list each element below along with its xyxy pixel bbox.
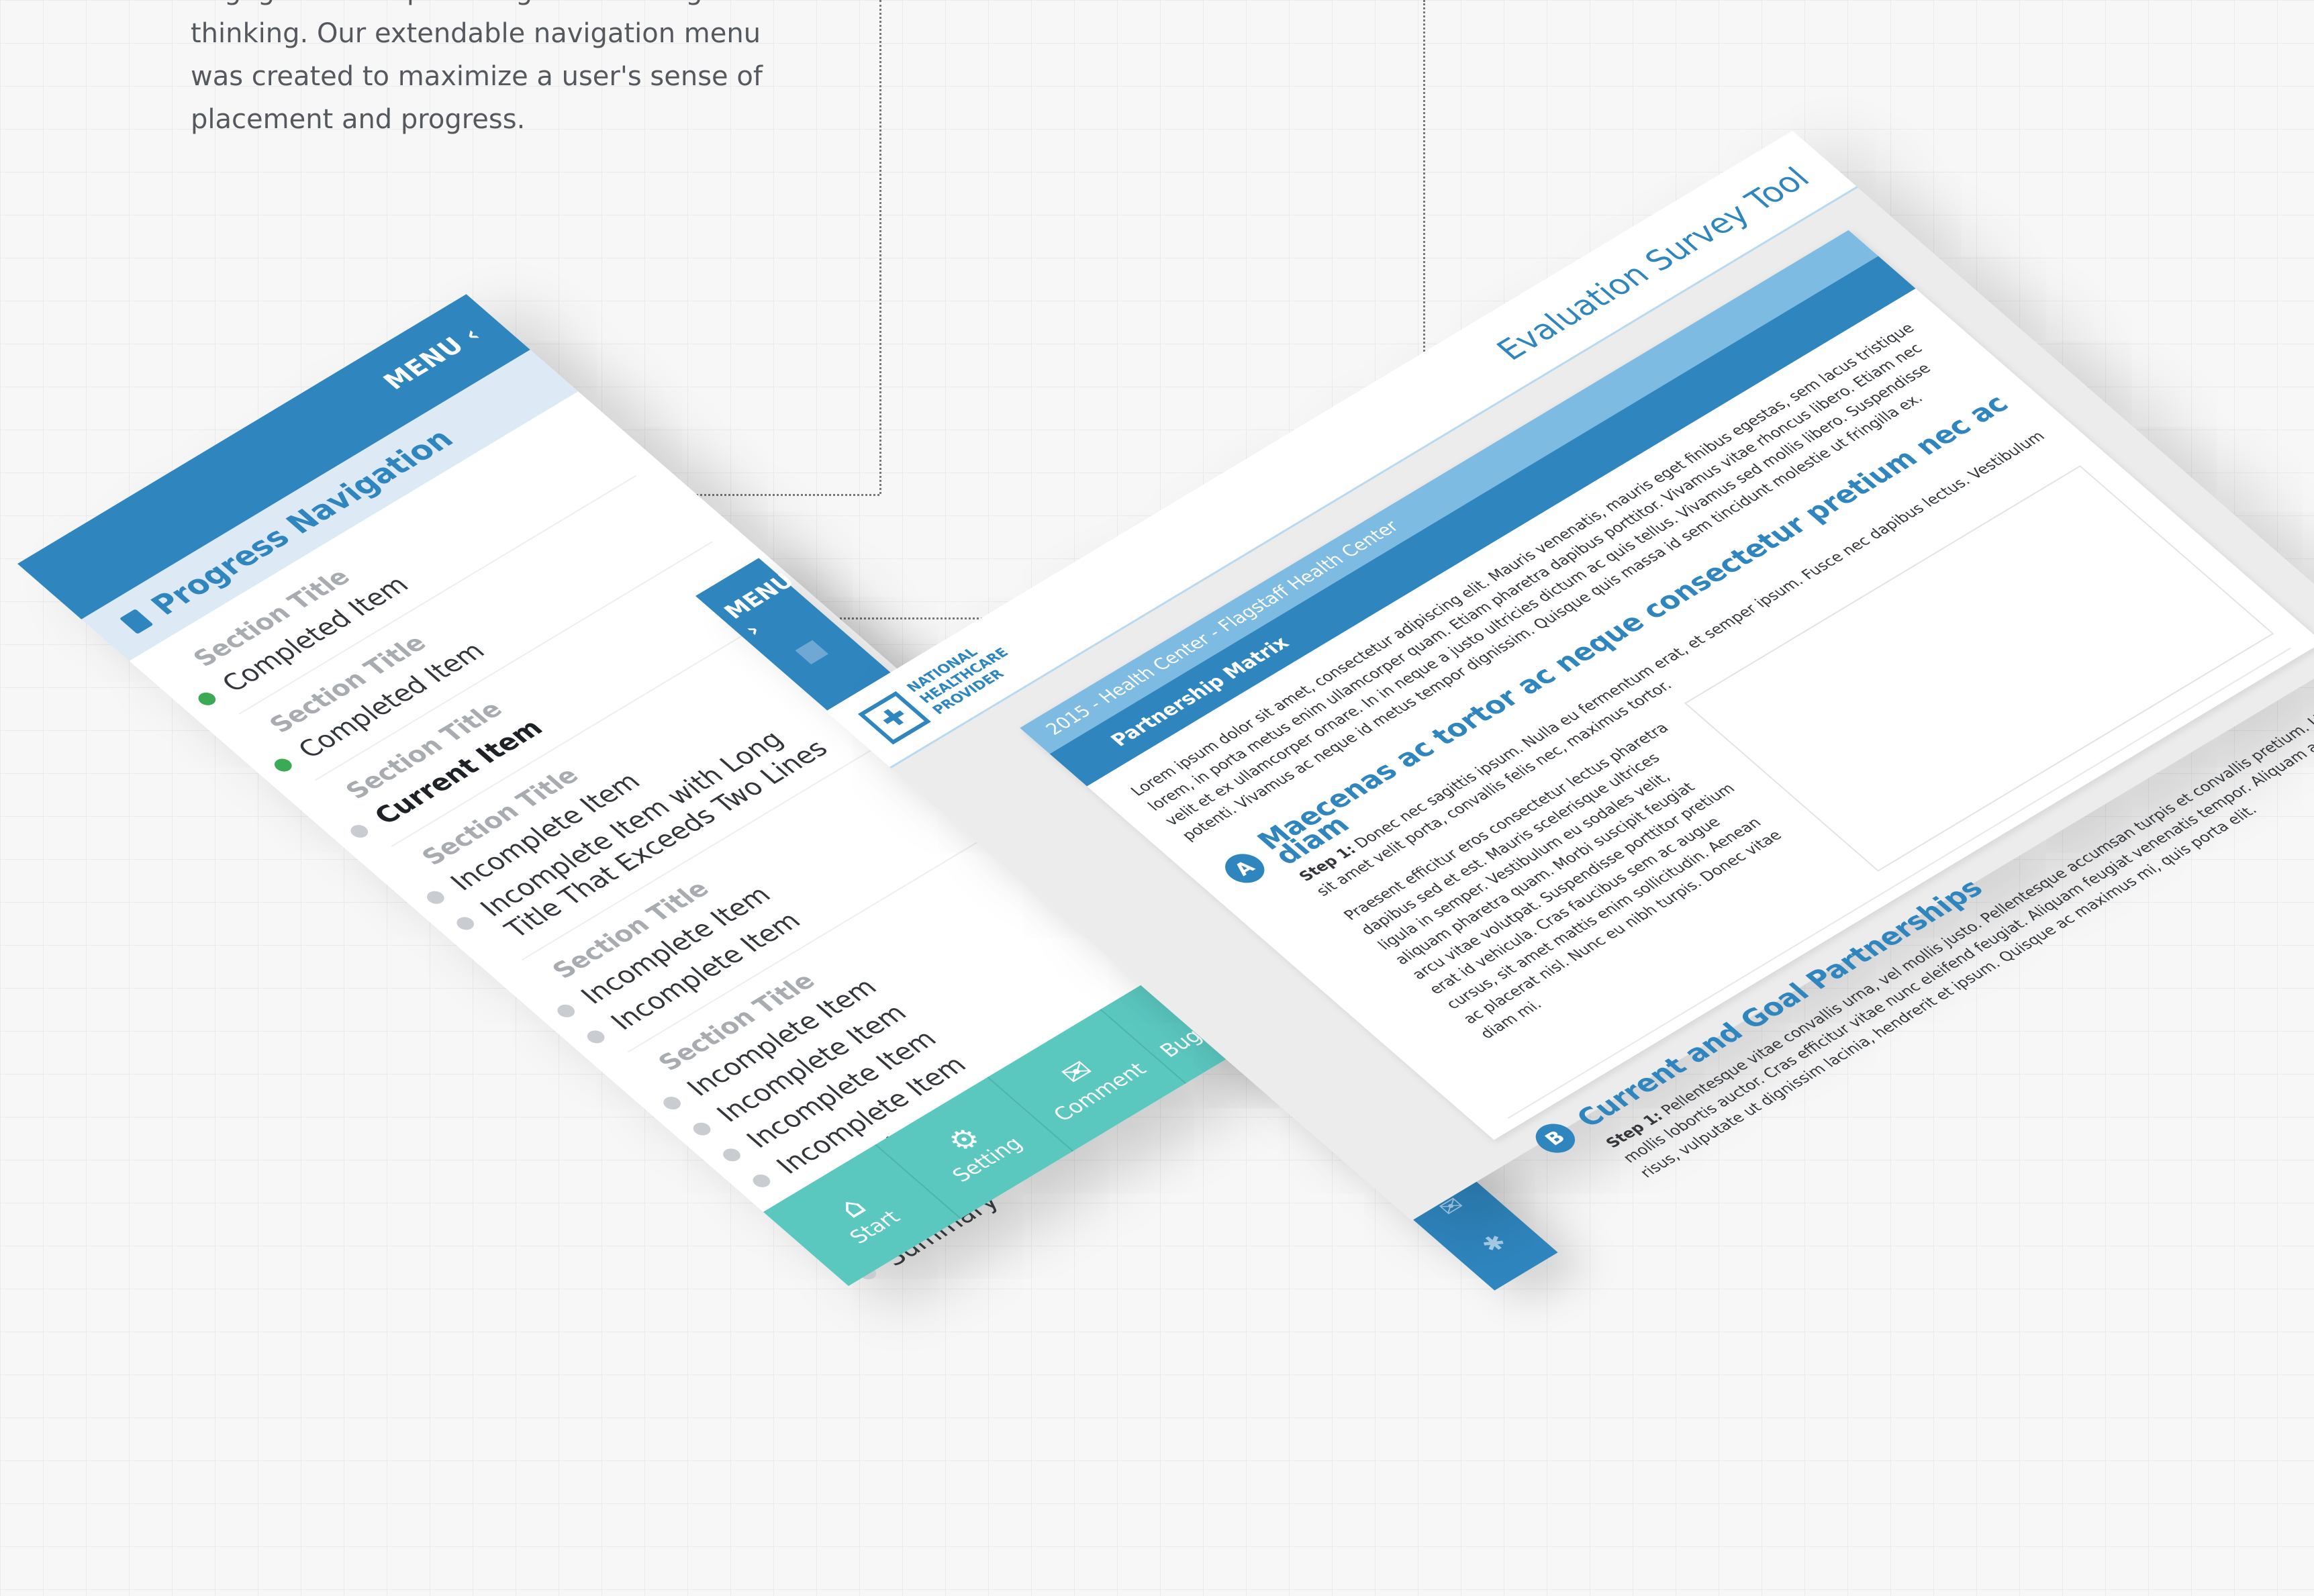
callout-line-nav (879, 0, 881, 494)
check-circle-icon (271, 756, 295, 775)
section-badge: B (1527, 1117, 1584, 1159)
status-dot-icon (554, 1002, 579, 1020)
intro-paragraph: engagement required high level design th… (191, 0, 763, 135)
status-dot-icon (453, 914, 478, 933)
book-icon (119, 609, 154, 634)
book-icon[interactable] (795, 640, 828, 664)
bug-icon[interactable]: ✱ (1476, 1230, 1513, 1258)
check-circle-icon (195, 690, 220, 708)
status-dot-icon (583, 1028, 608, 1046)
status-dot-icon (659, 1094, 685, 1112)
document-body: Lorem ipsum dolor sit amet, consectetur … (1087, 289, 2314, 1221)
status-dot-icon (749, 1172, 774, 1190)
status-dot-icon (719, 1146, 744, 1164)
status-dot-icon (423, 889, 448, 907)
menu-collapse-button[interactable]: MENU ‹ (378, 323, 488, 395)
survey-document: 2015 - Health Center - Flagstaff Health … (1020, 230, 2314, 1181)
org-logo-text: NATIONAL HEALTHCARE PROVIDER (903, 644, 1012, 717)
section-badge: A (1216, 848, 1273, 889)
status-dot-icon (689, 1119, 714, 1138)
status-dot-icon (347, 822, 372, 840)
